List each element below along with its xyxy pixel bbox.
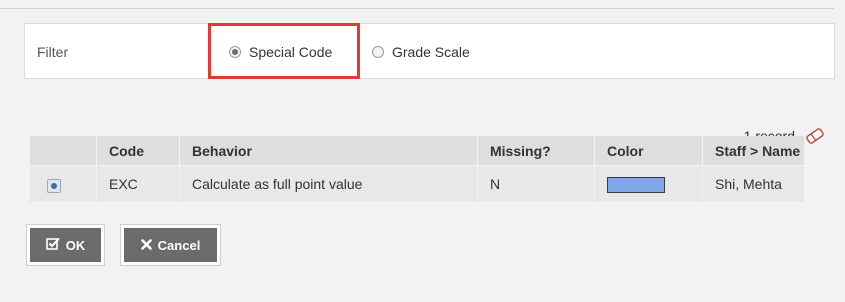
cancel-button[interactable]: Cancel — [121, 225, 220, 265]
cell-staff-name: Shi, Mehta — [702, 165, 804, 202]
row-select-cell[interactable] — [30, 165, 97, 202]
records-table: Code Behavior Missing? Color Staff > Nam… — [30, 136, 804, 202]
column-header-behavior[interactable]: Behavior — [179, 136, 478, 166]
grade-scale-radio-option[interactable]: Grade Scale — [372, 44, 470, 60]
column-header-missing[interactable]: Missing? — [477, 136, 595, 166]
checkbox-check-icon — [45, 237, 60, 253]
ok-label: OK — [65, 237, 86, 253]
grade-scale-label: Grade Scale — [392, 44, 470, 60]
column-header-code[interactable]: Code — [96, 136, 180, 166]
x-icon — [140, 238, 152, 253]
row-select-radio[interactable] — [47, 178, 61, 193]
special-code-label: Special Code — [249, 44, 333, 60]
color-swatch — [607, 176, 665, 193]
table-header-row: Code Behavior Missing? Color Staff > Nam… — [30, 136, 804, 166]
ok-button[interactable]: OK — [27, 225, 104, 265]
top-divider — [0, 8, 834, 9]
cancel-label: Cancel — [157, 237, 201, 253]
eraser-icon[interactable] — [805, 127, 825, 145]
cell-behavior: Calculate as full point value — [179, 165, 478, 202]
cell-code: EXC — [96, 165, 180, 202]
filter-label: Filter — [37, 44, 69, 60]
column-header-color[interactable]: Color — [594, 136, 703, 166]
table-row[interactable]: EXC Calculate as full point value N Shi,… — [30, 165, 804, 202]
cell-color — [594, 165, 703, 202]
filter-panel: Filter Special Code Grade Scale — [24, 23, 835, 79]
cell-missing: N — [477, 165, 595, 202]
column-header-staff-name[interactable]: Staff > Name — [702, 136, 804, 166]
special-code-radio[interactable] — [229, 46, 241, 58]
select-column-header — [30, 136, 97, 166]
special-code-radio-option[interactable]: Special Code — [229, 44, 332, 60]
grade-scale-radio[interactable] — [372, 46, 384, 58]
